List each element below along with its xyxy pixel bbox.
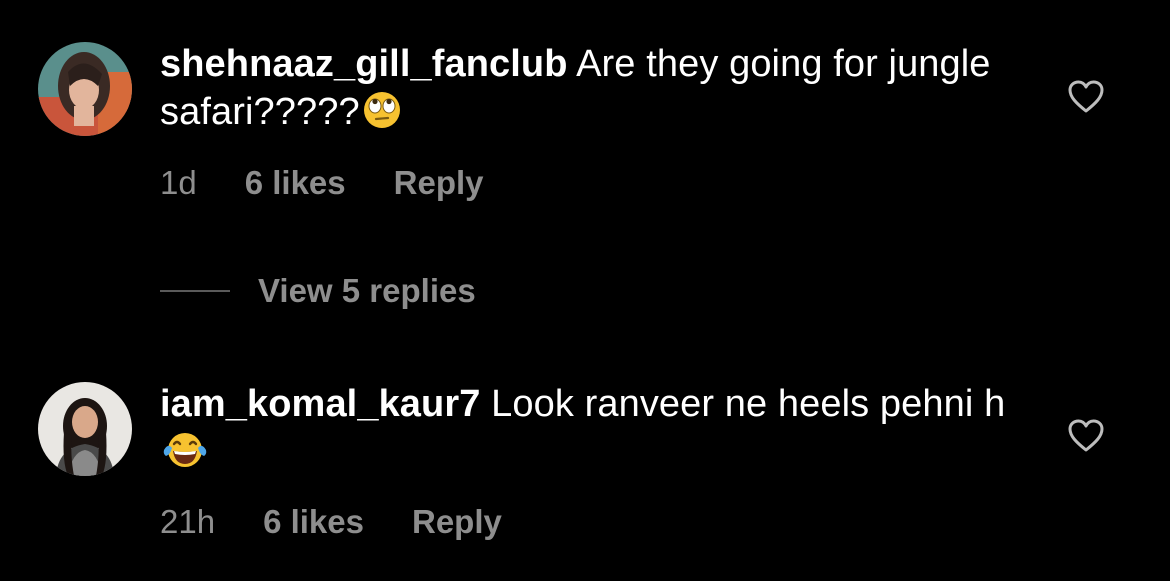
comment-body: Look ranveer ne heels pehni h	[480, 383, 1006, 425]
comment-text: iam_komal_kaur7 Look ranveer ne heels pe…	[160, 380, 1020, 482]
timestamp: 21h	[160, 503, 216, 540]
avatar-image	[38, 382, 132, 476]
likes-count[interactable]: 6 likes	[263, 503, 364, 540]
reply-button[interactable]: Reply	[412, 503, 502, 540]
comment-meta: 21h 6 likes Reply	[160, 503, 550, 541]
avatar[interactable]	[38, 382, 132, 476]
username[interactable]: iam_komal_kaur7	[160, 383, 480, 425]
comment-2: iam_komal_kaur7 Look ranveer ne heels pe…	[0, 0, 1170, 581]
like-heart-icon[interactable]	[1068, 419, 1104, 453]
face-with-tears-of-joy-icon	[162, 430, 208, 482]
